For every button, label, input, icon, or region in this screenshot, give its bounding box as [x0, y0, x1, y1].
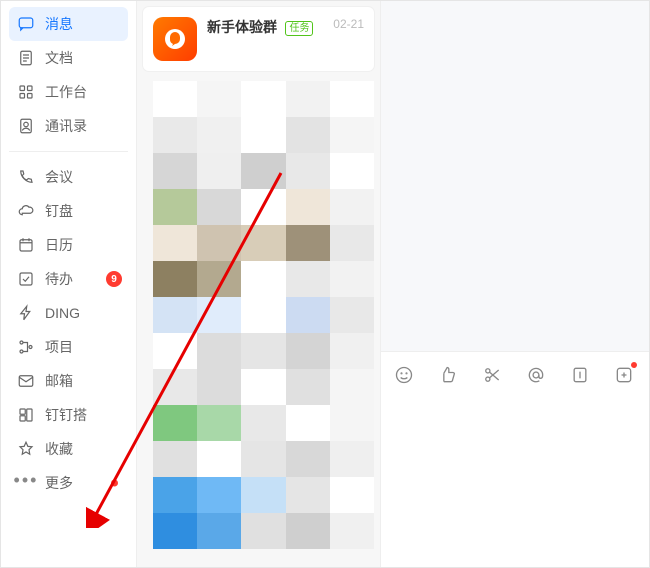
emoji-icon[interactable]	[393, 364, 415, 386]
sidebar-item-workbench[interactable]: 工作台	[9, 75, 128, 109]
phone-icon	[17, 168, 35, 186]
sidebar: 消息 文档 工作台 通讯录 会议 钉盘 日历 待办 9	[1, 1, 137, 567]
add-app-icon[interactable]	[613, 364, 635, 386]
chat-input-area[interactable]	[381, 397, 649, 567]
scissors-icon[interactable]	[481, 364, 503, 386]
sidebar-item-messages[interactable]: 消息	[9, 7, 128, 41]
builder-icon	[17, 406, 35, 424]
conversation-tag: 任务	[285, 21, 313, 36]
sidebar-label: 会议	[45, 167, 73, 187]
project-icon	[17, 338, 35, 356]
sidebar-item-favorites[interactable]: 收藏	[9, 432, 128, 466]
chat-panel	[381, 1, 649, 567]
blurred-conversations	[153, 81, 374, 567]
sidebar-label: 消息	[45, 14, 73, 34]
sidebar-label: 钉钉搭	[45, 405, 87, 425]
sidebar-item-calendar[interactable]: 日历	[9, 228, 128, 262]
sidebar-label: DING	[45, 305, 80, 321]
mail-icon	[17, 372, 35, 390]
avatar	[153, 17, 197, 61]
sidebar-label: 钉盘	[45, 201, 73, 221]
sidebar-item-meeting[interactable]: 会议	[9, 160, 128, 194]
sidebar-item-todo[interactable]: 待办 9	[9, 262, 128, 296]
sidebar-label: 项目	[45, 337, 73, 357]
more-icon: •••	[17, 474, 35, 492]
conversation-list: 新手体验群 任务 02-21	[137, 1, 381, 567]
mention-icon[interactable]	[525, 364, 547, 386]
conversation-title: 新手体验群	[207, 17, 277, 37]
sidebar-item-docs[interactable]: 文档	[9, 41, 128, 75]
sidebar-item-project[interactable]: 项目	[9, 330, 128, 364]
conversation-time: 02-21	[333, 17, 364, 31]
sidebar-label: 待办	[45, 269, 73, 289]
sidebar-item-contacts[interactable]: 通讯录	[9, 109, 128, 143]
badge: 9	[106, 271, 122, 287]
sidebar-label: 文档	[45, 48, 73, 68]
lightning-icon	[17, 304, 35, 322]
thumbs-up-icon[interactable]	[437, 364, 459, 386]
cloud-icon	[17, 202, 35, 220]
calendar-icon	[17, 236, 35, 254]
sidebar-label: 工作台	[45, 82, 87, 102]
sidebar-label: 日历	[45, 235, 73, 255]
todo-icon	[17, 270, 35, 288]
chat-messages-area	[381, 1, 649, 351]
contacts-icon	[17, 117, 35, 135]
card-icon[interactable]	[569, 364, 591, 386]
chat-toolbar	[381, 351, 649, 397]
conversation-item[interactable]: 新手体验群 任务 02-21	[143, 7, 374, 71]
sidebar-label: 更多	[45, 473, 73, 493]
star-icon	[17, 440, 35, 458]
chat-icon	[17, 15, 35, 33]
sidebar-item-mail[interactable]: 邮箱	[9, 364, 128, 398]
sidebar-item-builder[interactable]: 钉钉搭	[9, 398, 128, 432]
sidebar-item-drive[interactable]: 钉盘	[9, 194, 128, 228]
sidebar-item-more[interactable]: ••• 更多	[9, 466, 128, 500]
notification-dot	[631, 362, 637, 368]
sidebar-divider	[9, 151, 128, 152]
grid-icon	[17, 83, 35, 101]
sidebar-label: 收藏	[45, 439, 73, 459]
sidebar-label: 通讯录	[45, 116, 87, 136]
notification-dot	[111, 480, 118, 487]
document-icon	[17, 49, 35, 67]
sidebar-item-ding[interactable]: DING	[9, 296, 128, 330]
sidebar-label: 邮箱	[45, 371, 73, 391]
